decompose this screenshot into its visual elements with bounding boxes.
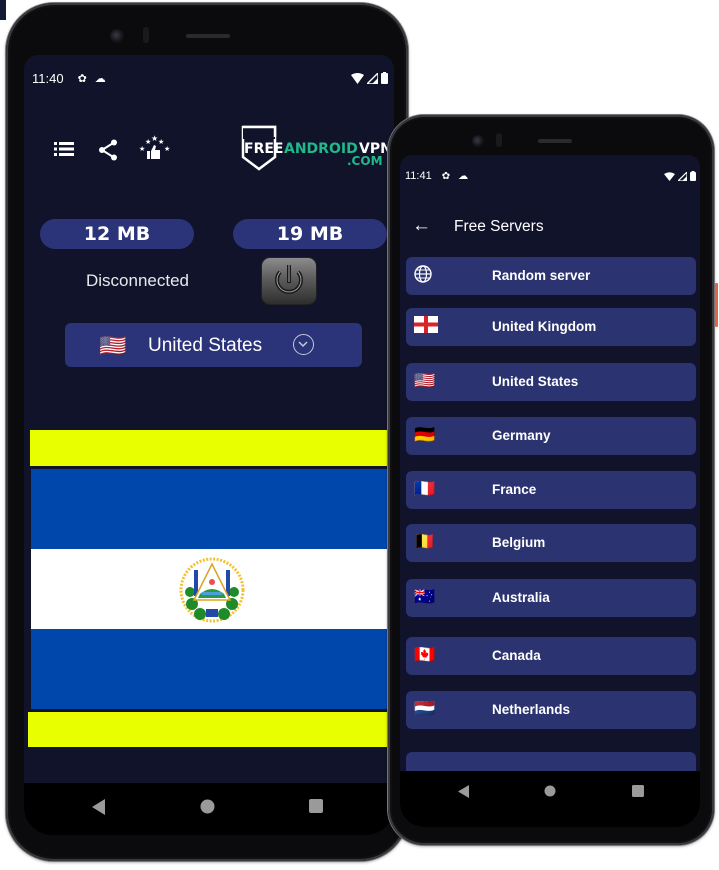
back-nav-icon[interactable] <box>92 799 106 815</box>
yellow-stripe-bottom <box>28 712 390 747</box>
us-flag-icon: 🇺🇸 <box>414 371 436 390</box>
blue-stripe-bottom <box>31 629 391 709</box>
england-flag-icon <box>414 316 438 338</box>
server-item-france[interactable]: 🇫🇷 France <box>406 471 696 509</box>
power-button[interactable] <box>262 258 316 304</box>
country-flag-banner <box>28 430 392 748</box>
home-nav-icon[interactable] <box>544 785 556 797</box>
recents-nav-icon[interactable] <box>632 785 644 797</box>
front-camera <box>110 29 124 43</box>
gear-icon: ✿ <box>77 72 87 85</box>
cloud-icon: ☁ <box>458 170 469 182</box>
server-item-australia[interactable]: 🇦🇺 Australia <box>406 579 696 617</box>
phone-right: 11:41 ✿ ☁ ← Free Servers Random server U… <box>388 115 718 845</box>
country-selector[interactable]: 🇺🇸 United States <box>65 323 362 367</box>
server-name: United States <box>492 374 579 389</box>
upload-stat: 19 MB <box>233 219 387 249</box>
svg-text:★: ★ <box>164 145 170 153</box>
rate-app-icon[interactable]: ★★ ★ ★ ★ <box>136 134 172 162</box>
selected-country-name: United States <box>148 335 263 356</box>
gear-icon: ✿ <box>441 170 451 182</box>
corner-mark <box>0 0 6 20</box>
status-bar: 11:40 ✿ ☁ <box>24 63 394 93</box>
server-name: Australia <box>492 590 550 605</box>
back-arrow-icon[interactable]: ← <box>412 215 431 237</box>
list-icon[interactable] <box>54 141 74 157</box>
page-title: Free Servers <box>454 218 544 235</box>
phone-left: 11:40 ✿ ☁ ★ ★ ★ ★ ★ FREE ANDROID VPN .CO… <box>6 3 408 861</box>
server-item-belgium[interactable]: 🇧🇪 Belgium <box>406 524 696 562</box>
status-time: 11:40 <box>32 70 64 86</box>
blue-stripe-top <box>31 469 391 549</box>
servers-screen: 11:41 ✿ ☁ ← Free Servers Random server U… <box>400 155 700 827</box>
power-icon <box>275 265 303 294</box>
globe-icon <box>414 265 432 288</box>
signal-icon <box>367 72 378 84</box>
netherlands-flag-icon: 🇳🇱 <box>414 699 436 718</box>
sensor <box>143 27 149 43</box>
canada-flag-icon: 🇨🇦 <box>414 645 436 664</box>
server-name: United Kingdom <box>492 319 597 334</box>
belgium-flag-icon: 🇧🇪 <box>414 532 436 551</box>
speaker <box>186 34 230 38</box>
australia-flag-icon: 🇦🇺 <box>414 587 436 606</box>
server-item-germany[interactable]: 🇩🇪 Germany <box>406 417 696 455</box>
battery-icon <box>690 171 696 181</box>
battery-icon <box>381 72 388 84</box>
status-time: 11:41 <box>405 170 432 182</box>
svg-text:★: ★ <box>158 138 164 146</box>
servers-header: ← Free Servers <box>400 213 700 243</box>
nav-bar <box>400 771 700 827</box>
connection-status: Disconnected <box>86 271 190 290</box>
server-item-united-kingdom[interactable]: United Kingdom <box>406 308 696 346</box>
power-side-button <box>715 283 718 327</box>
wifi-icon <box>664 171 675 181</box>
status-right <box>351 72 388 84</box>
server-item-netherlands[interactable]: 🇳🇱 Netherlands <box>406 691 696 729</box>
germany-flag-icon: 🇩🇪 <box>414 425 436 444</box>
coat-of-arms-emblem <box>179 557 245 623</box>
server-item-random[interactable]: Random server <box>406 257 696 295</box>
status-bar: 11:41 ✿ ☁ <box>400 161 700 191</box>
logo-free: FREE <box>244 141 283 157</box>
server-name: Netherlands <box>492 702 571 717</box>
us-flag-icon: 🇺🇸 <box>99 333 127 358</box>
recents-nav-icon[interactable] <box>309 799 323 813</box>
cloud-icon: ☁ <box>94 72 106 85</box>
server-name: Random server <box>492 268 591 283</box>
server-name: Germany <box>492 428 551 443</box>
back-nav-icon[interactable] <box>458 785 470 798</box>
signal-icon <box>678 171 687 181</box>
server-name: Canada <box>492 648 541 663</box>
chevron-down-icon <box>293 334 314 355</box>
server-name: Belgium <box>492 535 546 550</box>
server-name: France <box>492 482 537 497</box>
server-item-canada[interactable]: 🇨🇦 Canada <box>406 637 696 675</box>
server-item-united-states[interactable]: 🇺🇸 United States <box>406 363 696 401</box>
logo-com: .COM <box>347 154 383 168</box>
download-stat: 12 MB <box>40 219 194 249</box>
wifi-icon <box>351 72 364 84</box>
speaker <box>538 139 572 143</box>
status-right <box>664 171 696 181</box>
share-icon[interactable] <box>98 139 118 161</box>
nav-bar <box>24 783 394 835</box>
sensor <box>496 133 502 147</box>
main-screen: 11:40 ✿ ☁ ★ ★ ★ ★ ★ FREE ANDROID VPN .CO… <box>24 55 394 835</box>
freeandroidvpn-logo: FREE ANDROID VPN .COM <box>241 125 391 171</box>
yellow-stripe-top <box>30 430 392 466</box>
svg-text:★: ★ <box>139 145 145 153</box>
front-camera <box>472 135 484 147</box>
france-flag-icon: 🇫🇷 <box>414 479 436 498</box>
home-nav-icon[interactable] <box>200 799 215 814</box>
